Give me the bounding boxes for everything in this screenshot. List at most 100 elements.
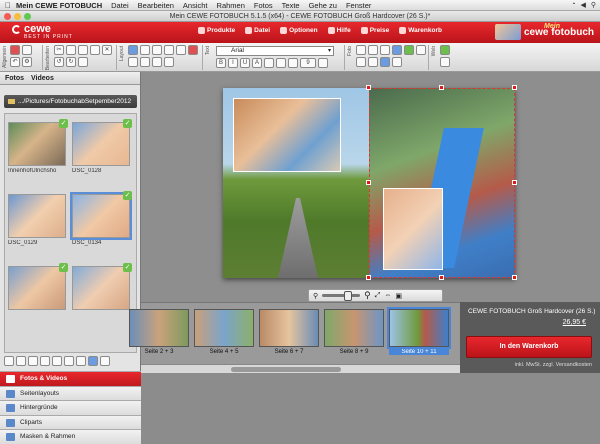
page-thumbnail[interactable]: Seite 2 + 3	[129, 309, 189, 355]
grid-icon[interactable]	[176, 45, 186, 55]
zoom-in-icon[interactable]: ⚲	[364, 290, 371, 301]
bring-front-icon[interactable]	[128, 57, 138, 67]
import-icon[interactable]	[52, 356, 62, 366]
view-list-icon[interactable]	[28, 356, 38, 366]
fit-page-icon[interactable]: ⤢	[375, 292, 381, 300]
menu-datei[interactable]: Datei	[111, 1, 129, 10]
italic-icon[interactable]: I	[228, 58, 238, 68]
sort-icon[interactable]	[16, 356, 26, 366]
book-spread[interactable]	[223, 85, 517, 280]
zoom-out-icon[interactable]: ⚲	[313, 292, 318, 300]
volume-icon[interactable]: ◀	[580, 1, 585, 9]
left-page-photo[interactable]	[223, 88, 369, 278]
distribute-icon[interactable]	[152, 57, 162, 67]
nav-preise[interactable]: Preise	[360, 27, 389, 34]
sidebar-item-masken-rahmen[interactable]: Masken & Rahmen	[0, 429, 141, 444]
save-icon[interactable]	[10, 45, 20, 55]
selection-frame[interactable]	[369, 88, 515, 278]
menu-fotos[interactable]: Fotos	[254, 1, 273, 10]
copy-icon[interactable]	[66, 45, 76, 55]
sidebar-item-seitenlayouts[interactable]: Seitenlayouts	[0, 385, 141, 400]
photo-thumbnail[interactable]: ✓	[8, 263, 68, 312]
menu-fenster[interactable]: Fenster	[346, 1, 371, 10]
apple-icon[interactable]: 	[0, 1, 16, 10]
align-right-icon[interactable]	[164, 45, 174, 55]
menu-rahmen[interactable]: Rahmen	[217, 1, 245, 10]
folder-path-select[interactable]: .../Pictures/FotobuchabSetpember2012	[4, 95, 137, 108]
menu-ansicht[interactable]: Ansicht	[183, 1, 208, 10]
sidebar-item-hintergruende[interactable]: Hintergründe	[0, 400, 141, 415]
auto-fill-icon[interactable]	[64, 356, 74, 366]
filter-icon[interactable]	[4, 356, 14, 366]
align-text-left-icon[interactable]	[264, 58, 274, 68]
tab-fotos[interactable]: Fotos	[5, 75, 24, 82]
page-thumbnail[interactable]: Seite 8 + 9	[324, 309, 384, 355]
nav-optionen[interactable]: Optionen	[280, 27, 318, 34]
duplicate-icon[interactable]	[90, 45, 100, 55]
rotate-right-icon[interactable]: ↻	[66, 57, 76, 67]
sidebar-item-cliparts[interactable]: Cliparts	[0, 414, 141, 429]
page-thumbnail[interactable]: Seite 4 + 5	[194, 309, 254, 355]
photo-thumbnail[interactable]: ✓ DSC_0128	[72, 119, 132, 174]
photo-thumbnail-grid[interactable]: ✓ InnenhofUlrichsho ✓ DSC_0128 DSC_0129 …	[4, 113, 137, 353]
tab-videos[interactable]: Videos	[31, 75, 54, 82]
photo-thumbnail[interactable]: ✓	[72, 263, 132, 312]
minimize-window-icon[interactable]	[14, 13, 21, 20]
menu-texte[interactable]: Texte	[282, 1, 300, 10]
wifi-icon[interactable]: ◔	[571, 1, 575, 9]
menu-gehe-zu[interactable]: Gehe zu	[309, 1, 337, 10]
add-to-cart-button[interactable]: In den Warenkorb	[466, 336, 592, 358]
photo-mask-icon[interactable]	[380, 57, 390, 67]
bold-icon[interactable]: B	[216, 58, 226, 68]
font-family-select[interactable]: Arial	[216, 46, 334, 56]
scrollbar-thumb[interactable]	[231, 367, 341, 372]
cart-price[interactable]: 26,95 €	[563, 319, 586, 326]
text-frame-icon[interactable]	[188, 45, 198, 55]
photo-crop-icon[interactable]	[356, 45, 366, 55]
photo-effects-icon[interactable]	[380, 45, 390, 55]
photo-transparency-icon[interactable]	[392, 57, 402, 67]
nav-hilfe[interactable]: Hilfe	[327, 27, 351, 34]
menu-bearbeiten[interactable]: Bearbeiten	[138, 1, 174, 10]
nav-warenkorb[interactable]: Warenkorb	[399, 27, 442, 34]
photo-info-icon[interactable]	[88, 356, 98, 366]
nav-datei[interactable]: Datei	[245, 27, 270, 34]
resize-handle[interactable]	[439, 85, 444, 90]
view-grid-icon[interactable]	[40, 356, 50, 366]
resize-handle[interactable]	[366, 85, 371, 90]
underline-icon[interactable]: U	[240, 58, 250, 68]
cut-icon[interactable]: ✂	[54, 45, 64, 55]
sidebar-item-fotos-videos[interactable]: Fotos & Videos	[0, 371, 141, 386]
web-share-icon[interactable]	[440, 45, 450, 55]
search-icon[interactable]: ⚲	[591, 1, 596, 9]
photo-color-icon[interactable]	[404, 45, 414, 55]
text-color-icon[interactable]: A	[252, 58, 262, 68]
full-view-icon[interactable]: ▣	[395, 292, 402, 300]
resize-handle[interactable]	[366, 275, 371, 280]
fit-width-icon[interactable]: ⇔	[384, 292, 391, 299]
photo-shadow-icon[interactable]	[356, 57, 366, 67]
send-back-icon[interactable]	[140, 57, 150, 67]
font-size-select[interactable]: 9	[300, 58, 316, 68]
zoom-window-icon[interactable]	[24, 13, 31, 20]
page-strip-scrollbar[interactable]	[141, 364, 460, 373]
refresh-icon[interactable]	[76, 356, 86, 366]
align-left-icon[interactable]	[140, 45, 150, 55]
inset-photo-mother-baby[interactable]	[233, 98, 341, 172]
text-list-icon[interactable]	[318, 58, 328, 68]
photo-redeye-icon[interactable]	[416, 45, 426, 55]
rotate-left-icon[interactable]: ↺	[54, 57, 64, 67]
photo-zoom-icon[interactable]	[368, 45, 378, 55]
resize-handle[interactable]	[366, 180, 371, 185]
photo-thumbnail[interactable]: DSC_0129	[8, 194, 66, 246]
print-icon[interactable]	[22, 45, 32, 55]
flip-icon[interactable]	[78, 57, 88, 67]
photo-thumbnail[interactable]: ✓ InnenhofUlrichsho	[8, 119, 68, 174]
nav-produkte[interactable]: Produkte	[198, 27, 235, 34]
resize-handle[interactable]	[512, 85, 517, 90]
align-text-center-icon[interactable]	[276, 58, 286, 68]
menu-app-name[interactable]: Mein CEWE FOTOBUCH	[16, 1, 102, 10]
resize-handle[interactable]	[512, 275, 517, 280]
photo-thumbnail-selected[interactable]: ✓ DSC_0134	[70, 191, 132, 246]
undo-icon[interactable]: ↶	[10, 57, 20, 67]
